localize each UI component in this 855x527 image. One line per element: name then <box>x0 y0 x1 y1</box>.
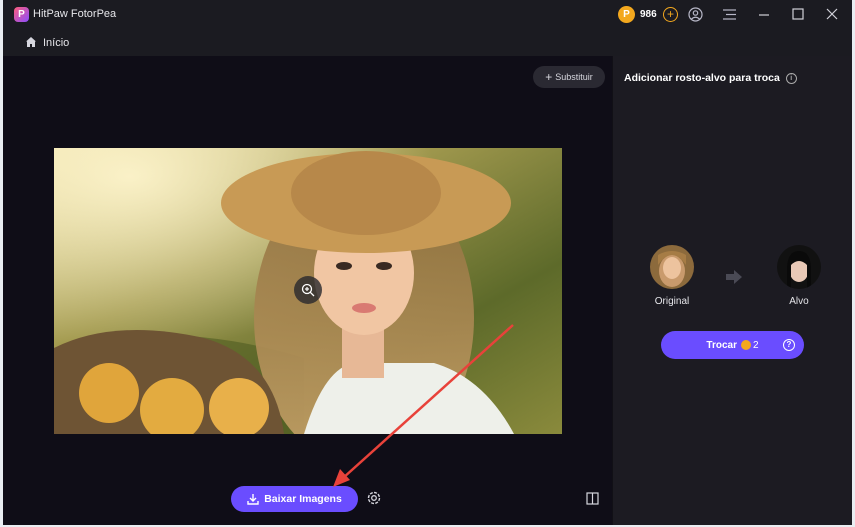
replace-button-label: Substituir <box>555 72 593 82</box>
app-title: HitPaw FotorPea <box>33 8 117 20</box>
face-swap-panel: Adicionar rosto-alvo para troca i Origin… <box>613 56 852 525</box>
user-icon[interactable] <box>688 7 703 22</box>
original-face-image <box>650 245 694 289</box>
nav-bar: Início <box>3 30 852 56</box>
compare-view-icon[interactable] <box>586 492 599 505</box>
minimize-icon[interactable] <box>758 9 770 21</box>
zoom-button[interactable] <box>294 276 322 304</box>
coin-icon <box>741 340 751 350</box>
app-logo: P <box>14 7 29 22</box>
arrow-right-icon <box>726 270 742 284</box>
info-icon[interactable]: i <box>785 73 797 84</box>
download-icon <box>247 494 259 505</box>
help-icon[interactable]: ? <box>783 339 795 351</box>
download-button-label: Baixar Imagens <box>264 493 342 505</box>
download-images-button[interactable]: Baixar Imagens <box>231 486 358 512</box>
preview-image[interactable] <box>54 148 562 434</box>
swap-button-label: Trocar <box>706 339 737 351</box>
panel-title: Adicionar rosto-alvo para troca i <box>624 72 797 84</box>
home-icon[interactable] <box>25 36 37 48</box>
target-face-thumbnail[interactable] <box>777 245 821 289</box>
target-label: Alvo <box>789 296 809 307</box>
coin-balance: 986 <box>640 9 657 20</box>
title-bar: P HitPaw FotorPea P 986 + <box>3 0 852 30</box>
coin-icon: P <box>618 6 635 23</box>
swap-button[interactable]: Trocar 2 ? <box>661 331 804 359</box>
swap-cost: 2 <box>753 339 759 351</box>
app-window: P HitPaw FotorPea P 986 + Início + Subst… <box>3 0 852 525</box>
maximize-icon[interactable] <box>792 8 804 20</box>
add-coins-button[interactable]: + <box>663 7 678 22</box>
zoom-in-icon <box>301 283 315 297</box>
settings-gear-icon[interactable] <box>365 489 383 507</box>
home-link[interactable]: Início <box>43 37 69 49</box>
target-face-image <box>777 245 821 289</box>
original-label: Original <box>654 296 690 307</box>
preview-area: + Substituir Baixar Imagens <box>3 56 612 525</box>
replace-button[interactable]: + Substituir <box>533 66 605 88</box>
panel-title-text: Adicionar rosto-alvo para troca <box>624 72 780 84</box>
menu-icon[interactable] <box>723 9 736 20</box>
close-icon[interactable] <box>826 8 838 20</box>
plus-icon: + <box>545 70 553 84</box>
original-face-thumbnail[interactable] <box>650 245 694 289</box>
